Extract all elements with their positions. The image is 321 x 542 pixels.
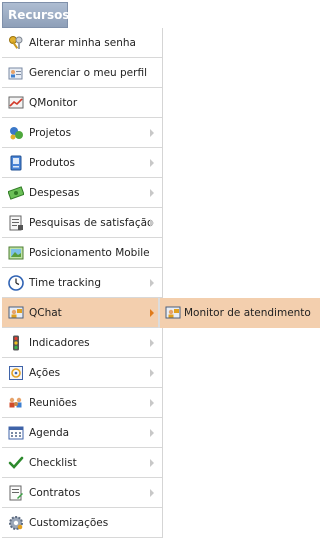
money-icon: [8, 185, 24, 201]
menu-item-gerenciar-perfil[interactable]: Gerenciar o meu perfil: [2, 58, 162, 88]
chevron-right-icon: [150, 459, 154, 467]
projects-icon: [8, 125, 24, 141]
clock-icon: [8, 275, 24, 291]
menu-item-label: Despesas: [29, 187, 80, 199]
menu-item-customizacoes[interactable]: Customizações: [2, 508, 162, 538]
menu-item-label: Checklist: [29, 457, 77, 469]
chevron-right-icon: [150, 279, 154, 287]
menu-item-label: Customizações: [29, 517, 109, 529]
menu-item-label: Contratos: [29, 487, 81, 499]
menu-item-agenda[interactable]: Agenda: [2, 418, 162, 448]
chevron-right-icon: [150, 489, 154, 497]
menu-item-label: Reuniões: [29, 397, 77, 409]
qchat-submenu: Monitor de atendimento: [158, 298, 320, 328]
mobile-position-icon: [8, 245, 24, 261]
menu-item-posicionamento-mobile[interactable]: Posicionamento Mobile: [2, 238, 162, 268]
chevron-right-icon: [150, 399, 154, 407]
menu-item-despesas[interactable]: Despesas: [2, 178, 162, 208]
gear-icon: [8, 515, 24, 531]
menu-item-label: Indicadores: [29, 337, 90, 349]
survey-icon: [8, 215, 24, 231]
panel-title: Recursos: [8, 8, 70, 22]
menu-item-reunioes[interactable]: Reuniões: [2, 388, 162, 418]
menu-item-produtos[interactable]: Produtos: [2, 148, 162, 178]
resources-menu: Alterar minha senha Gerenciar o meu perf…: [2, 28, 163, 538]
keys-icon: [8, 35, 24, 51]
calendar-icon: [8, 425, 24, 441]
chevron-right-icon: [150, 129, 154, 137]
chat-icon: [8, 305, 24, 321]
menu-item-label: Projetos: [29, 127, 72, 139]
profile-icon: [8, 65, 24, 81]
contract-icon: [8, 485, 24, 501]
traffic-light-icon: [8, 335, 24, 351]
chevron-right-icon: [150, 339, 154, 347]
menu-item-label: Ações: [29, 367, 61, 379]
products-icon: [8, 155, 24, 171]
menu-item-label: Produtos: [29, 157, 75, 169]
menu-item-label: QChat: [29, 307, 62, 319]
panel-header: Recursos: [2, 2, 70, 28]
menu-item-qchat[interactable]: QChat: [2, 298, 162, 328]
menu-item-label: Gerenciar o meu perfil: [29, 67, 147, 79]
menu-item-projetos[interactable]: Projetos: [2, 118, 162, 148]
menu-item-label: Agenda: [29, 427, 70, 439]
menu-item-label: Posicionamento Mobile: [29, 247, 150, 259]
checklist-icon: [8, 455, 24, 471]
chevron-right-icon: [150, 429, 154, 437]
monitor-chart-icon: [8, 95, 24, 111]
menu-item-alterar-senha[interactable]: Alterar minha senha: [2, 28, 162, 58]
chevron-right-icon: [150, 219, 154, 227]
submenu-item-label: Monitor de atendimento: [184, 307, 311, 319]
menu-item-label: Time tracking: [29, 277, 101, 289]
chat-icon: [165, 305, 181, 321]
menu-item-qmonitor[interactable]: QMonitor: [2, 88, 162, 118]
menu-item-time-tracking[interactable]: Time tracking: [2, 268, 162, 298]
meeting-icon: [8, 395, 24, 411]
chevron-right-icon: [150, 369, 154, 377]
menu-item-indicadores[interactable]: Indicadores: [2, 328, 162, 358]
menu-item-label: Alterar minha senha: [29, 37, 136, 49]
menu-item-label: Pesquisas de satisfação: [29, 217, 154, 229]
chevron-right-icon: [150, 309, 154, 317]
chevron-right-icon: [150, 159, 154, 167]
menu-item-label: QMonitor: [29, 97, 78, 109]
actions-icon: [8, 365, 24, 381]
menu-item-acoes[interactable]: Ações: [2, 358, 162, 388]
menu-item-checklist[interactable]: Checklist: [2, 448, 162, 478]
menu-item-pesquisas[interactable]: Pesquisas de satisfação: [2, 208, 162, 238]
menu-item-contratos[interactable]: Contratos: [2, 478, 162, 508]
chevron-right-icon: [150, 189, 154, 197]
